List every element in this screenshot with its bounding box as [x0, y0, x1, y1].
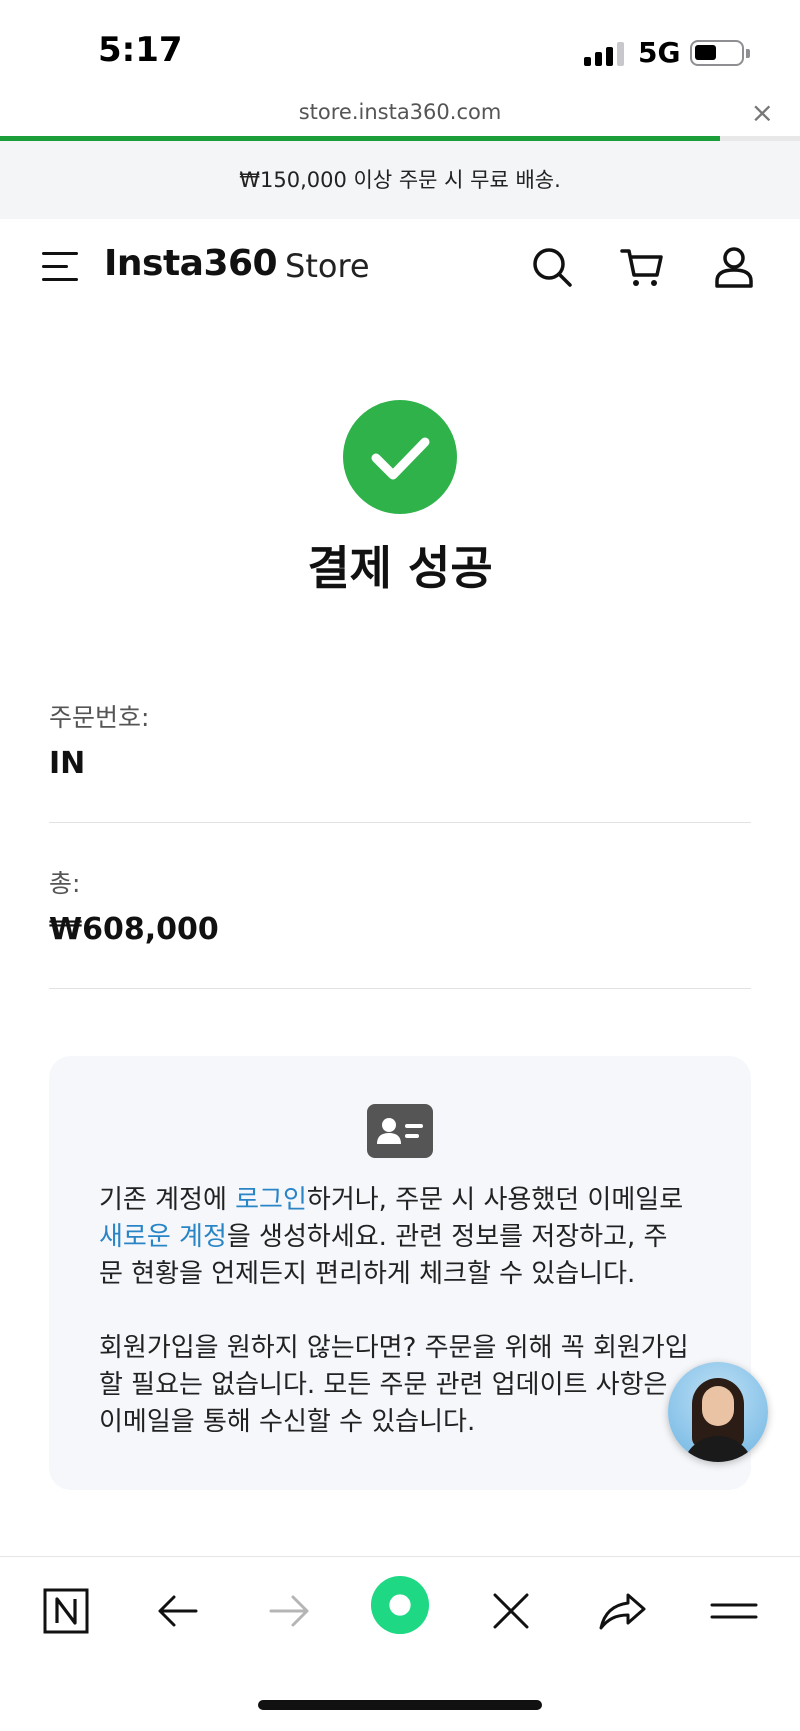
id-card-icon: [367, 1104, 433, 1158]
share-icon[interactable]: [592, 1581, 652, 1641]
promo-banner: ₩150,000 이상 주문 시 무료 배송.: [0, 141, 800, 219]
url-text[interactable]: store.insta360.com: [0, 100, 800, 124]
green-dot-icon[interactable]: [370, 1575, 432, 1637]
url-bar[interactable]: store.insta360.com ×: [0, 96, 800, 138]
cart-icon[interactable]: [620, 245, 664, 289]
divider: [49, 988, 751, 989]
total-value: ₩608,000: [49, 912, 219, 947]
text: 하거나, 주문 시 사용했던 이메일로: [306, 1185, 684, 1215]
forward-arrow-icon[interactable]: [259, 1581, 319, 1641]
naver-n-icon[interactable]: [36, 1581, 96, 1641]
login-link[interactable]: 로그인: [235, 1185, 307, 1215]
account-prompt-card: 기존 계정에 로그인하거나, 주문 시 사용했던 이메일로 새로운 계정을 생성…: [49, 1056, 751, 1490]
menu-lines-icon[interactable]: [704, 1581, 764, 1641]
order-number-label: 주문번호:: [49, 703, 150, 732]
text: 문 현황을 언제든지 편리하게 체크할 수 있습니다.: [99, 1259, 636, 1289]
status-time: 5:17: [98, 30, 183, 70]
brand-logo[interactable]: Insta360: [104, 243, 278, 284]
new-account-link[interactable]: 새로운 계정: [99, 1222, 227, 1252]
back-arrow-icon[interactable]: [148, 1581, 208, 1641]
store-label: Store: [285, 247, 370, 285]
text: 을 생성하세요. 관련 정보를 저장하고, 주: [226, 1222, 668, 1252]
battery-fill: [695, 45, 716, 60]
order-number-value: IN: [49, 746, 86, 781]
divider: [49, 822, 751, 823]
chat-agent-avatar[interactable]: [668, 1362, 768, 1462]
browser-toolbar: [0, 1556, 800, 1664]
text: 기존 계정에: [99, 1185, 236, 1215]
battery-icon: [690, 40, 750, 66]
home-indicator: [258, 1700, 542, 1710]
menu-icon[interactable]: [42, 250, 80, 284]
text: 이메일을 통해 수신할 수 있습니다.: [99, 1407, 476, 1437]
network-label: 5G: [638, 36, 681, 69]
check-circle-icon: [343, 400, 457, 514]
success-title: 결제 성공: [307, 541, 493, 595]
account-paragraph-2: 회원가입을 원하지 않는다면? 주문을 위해 꼭 회원가입 할 필요는 없습니다…: [99, 1330, 719, 1441]
close-tab-icon[interactable]: [481, 1581, 541, 1641]
account-paragraph-1: 기존 계정에 로그인하거나, 주문 시 사용했던 이메일로 새로운 계정을 생성…: [99, 1182, 719, 1293]
text: 할 필요는 없습니다. 모든 주문 관련 업데이트 사항은: [99, 1370, 668, 1400]
search-icon[interactable]: [530, 245, 574, 289]
text: 회원가입을 원하지 않는다면? 주문을 위해 꼭 회원가입: [99, 1333, 689, 1363]
total-label: 총:: [49, 869, 81, 898]
account-icon[interactable]: [712, 245, 756, 289]
status-bar: 5:17 5G: [0, 0, 800, 96]
close-icon[interactable]: ×: [751, 96, 774, 129]
site-header: Insta360 Store: [0, 219, 800, 319]
signal-icon: [584, 40, 626, 66]
